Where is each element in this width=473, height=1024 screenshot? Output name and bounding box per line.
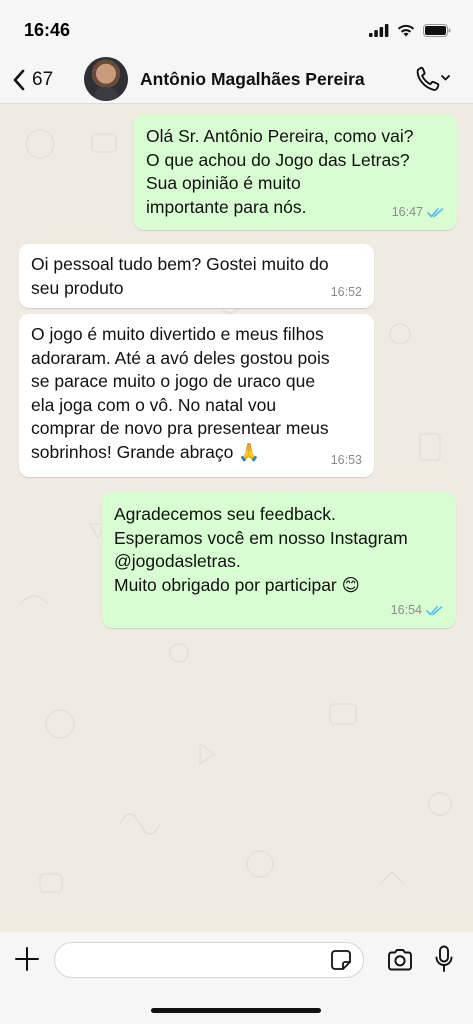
message-text: Oi pessoal tudo bem? Gostei muito do seu… — [31, 254, 329, 298]
message-meta: 16:54 — [391, 599, 444, 623]
double-check-icon — [426, 605, 443, 616]
microphone-icon — [435, 945, 453, 972]
message-meta: 16:53 — [331, 449, 362, 473]
attach-button[interactable] — [14, 946, 40, 977]
signal-icon — [369, 24, 389, 37]
message-time: 16:54 — [390, 602, 422, 617]
battery-icon — [423, 24, 451, 37]
message-bubble-outgoing[interactable]: Agradecemos seu feedback. Esperamos você… — [102, 492, 456, 628]
message-bubble-incoming[interactable]: O jogo é muito divertido e meus filhos a… — [19, 314, 374, 477]
composer-bar — [0, 932, 473, 1024]
sticker-button[interactable] — [330, 949, 352, 976]
chevron-left-icon — [13, 69, 25, 91]
status-bar: 16:46 — [0, 0, 473, 56]
message-meta: 16:47 — [392, 201, 445, 225]
status-time: 16:46 — [24, 20, 71, 40]
message-time: 16:53 — [330, 452, 362, 467]
contact-name[interactable]: Antônio Magalhães Pereira — [140, 69, 365, 90]
microphone-button[interactable] — [434, 945, 454, 978]
avatar[interactable] — [84, 57, 128, 101]
message-input[interactable] — [54, 942, 364, 978]
message-bubble-incoming[interactable]: Oi pessoal tudo bem? Gostei muito do seu… — [19, 244, 374, 308]
home-indicator — [151, 1008, 321, 1013]
message-text: Agradecemos seu feedback. Esperamos você… — [114, 504, 408, 595]
unread-count: 67 — [32, 69, 54, 90]
back-button[interactable]: 67 — [12, 64, 53, 96]
message-meta: 16:52 — [331, 281, 362, 305]
double-check-icon — [427, 207, 444, 218]
status-icons — [369, 24, 451, 37]
chat-header: 67 Antônio Magalhães Pereira — [0, 56, 473, 104]
message-text: O jogo é muito divertido e meus filhos a… — [31, 324, 330, 462]
sticker-icon — [331, 950, 351, 970]
call-button[interactable] — [415, 65, 451, 93]
message-time: 16:52 — [330, 284, 362, 299]
phone-icon — [416, 66, 450, 91]
plus-icon — [15, 947, 39, 971]
chat-area[interactable]: Olá Sr. Antônio Pereira, como vai? O que… — [0, 104, 473, 932]
camera-button[interactable] — [386, 948, 414, 977]
camera-icon — [388, 949, 412, 971]
message-time: 16:47 — [391, 204, 423, 219]
message-bubble-outgoing[interactable]: Olá Sr. Antônio Pereira, como vai? O que… — [134, 114, 457, 230]
wifi-icon — [397, 24, 415, 37]
